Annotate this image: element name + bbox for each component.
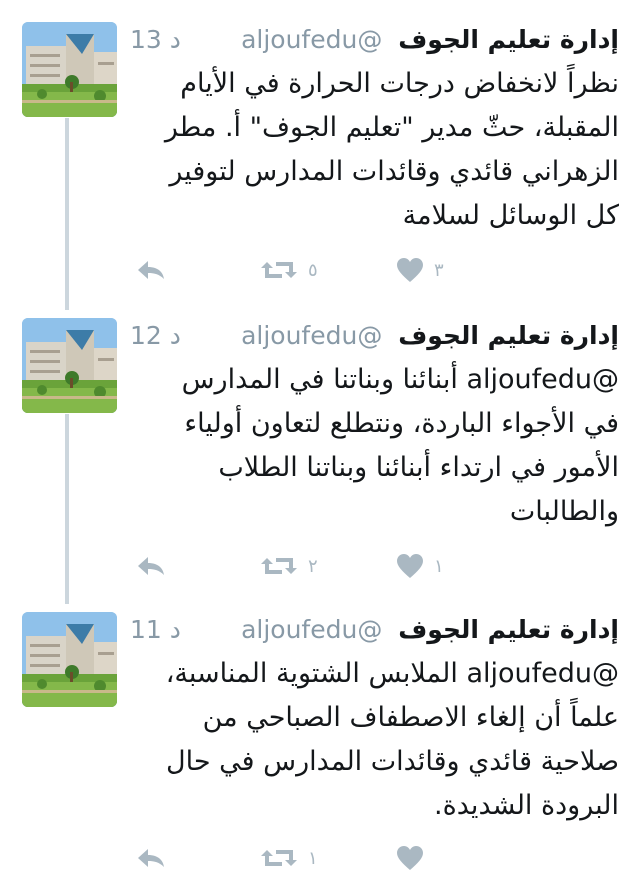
tweet[interactable]: إدارة تعليم الجوف @aljoufedu 11 د @aljou… bbox=[0, 610, 637, 870]
tweet-actions: ٥ ٣ bbox=[130, 252, 460, 288]
reply-icon bbox=[136, 846, 166, 870]
heart-icon bbox=[396, 257, 424, 283]
reply-button[interactable] bbox=[136, 548, 166, 584]
author-name[interactable]: إدارة تعليم الجوف bbox=[398, 25, 619, 54]
like-button[interactable]: ٣ bbox=[396, 252, 444, 288]
reply-button[interactable] bbox=[136, 840, 166, 876]
retweet-count: ٥ bbox=[308, 259, 318, 281]
like-count: ٣ bbox=[434, 259, 444, 281]
retweet-icon bbox=[260, 846, 298, 870]
tweet-actions: ٢ ١ bbox=[130, 548, 460, 584]
author-name[interactable]: إدارة تعليم الجوف bbox=[398, 615, 619, 644]
tweet-text: @aljoufedu الملابس الشتوية المناسبة، علم… bbox=[165, 658, 619, 821]
retweet-count: ٢ bbox=[308, 555, 318, 577]
author-handle[interactable]: @aljoufedu bbox=[241, 321, 382, 350]
tweet-text: نظراً لانخفاض درجات الحرارة في الأيام ال… bbox=[164, 68, 619, 231]
timestamp: 13 د bbox=[130, 25, 181, 54]
retweet-button[interactable]: ١ bbox=[260, 840, 318, 876]
tweet[interactable]: إدارة تعليم الجوف @aljoufedu 13 د نظراً … bbox=[0, 22, 637, 292]
reply-button[interactable] bbox=[136, 252, 166, 288]
tweet-header: إدارة تعليم الجوف @aljoufedu 13 د bbox=[130, 20, 619, 60]
like-count: ١ bbox=[434, 555, 444, 577]
retweet-button[interactable]: ٢ bbox=[260, 548, 318, 584]
author-handle[interactable]: @aljoufedu bbox=[241, 615, 382, 644]
heart-icon bbox=[396, 553, 424, 579]
avatar[interactable] bbox=[22, 318, 117, 413]
retweet-icon bbox=[260, 258, 298, 282]
retweet-count: ١ bbox=[308, 847, 318, 869]
timestamp: 12 د bbox=[130, 321, 181, 350]
tweet-actions: ١ bbox=[130, 840, 460, 876]
tweet[interactable]: إدارة تعليم الجوف @aljoufedu 12 د @aljou… bbox=[0, 318, 637, 588]
tweet-text: @aljoufedu أبنائنا وبناتنا في المدارس في… bbox=[181, 364, 619, 527]
retweet-icon bbox=[260, 554, 298, 578]
like-button[interactable]: ١ bbox=[396, 548, 444, 584]
author-handle[interactable]: @aljoufedu bbox=[241, 25, 382, 54]
retweet-button[interactable]: ٥ bbox=[260, 252, 318, 288]
reply-icon bbox=[136, 258, 166, 282]
reply-icon bbox=[136, 554, 166, 578]
timestamp: 11 د bbox=[130, 615, 181, 644]
heart-icon bbox=[396, 845, 424, 871]
like-button[interactable] bbox=[396, 840, 434, 876]
tweet-header: إدارة تعليم الجوف @aljoufedu 11 د bbox=[130, 610, 619, 650]
avatar[interactable] bbox=[22, 612, 117, 707]
author-name[interactable]: إدارة تعليم الجوف bbox=[398, 321, 619, 350]
avatar[interactable] bbox=[22, 22, 117, 117]
tweet-header: إدارة تعليم الجوف @aljoufedu 12 د bbox=[130, 316, 619, 356]
